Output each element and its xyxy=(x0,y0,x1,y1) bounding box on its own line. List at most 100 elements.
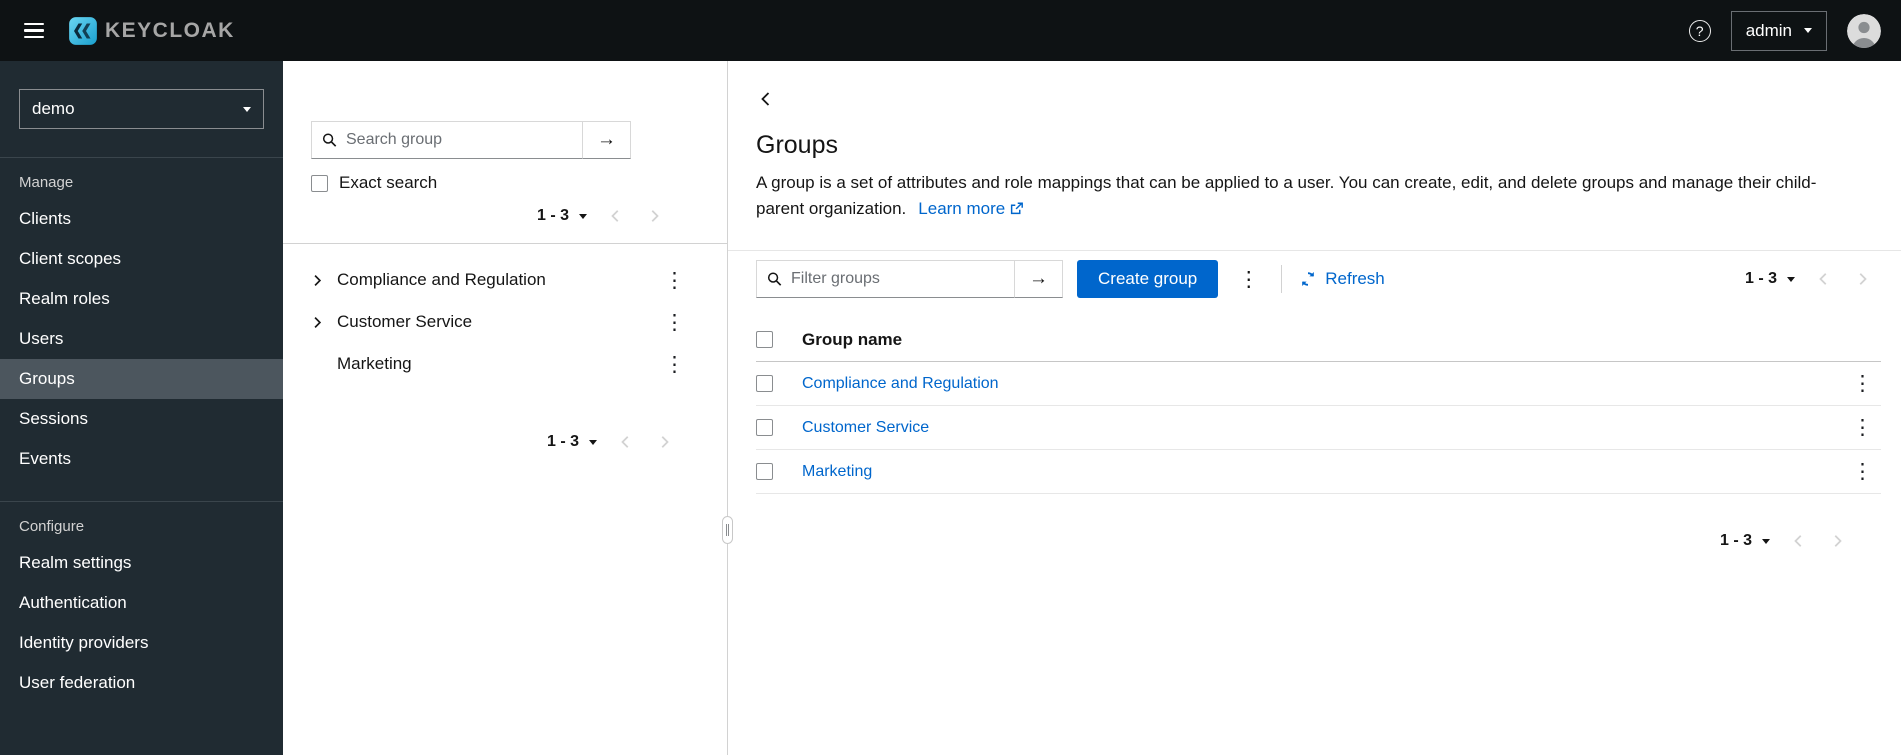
chevron-down-icon xyxy=(243,106,251,112)
pagination-menu-toggle[interactable]: 1 - 3 xyxy=(527,199,597,233)
help-icon[interactable]: ? xyxy=(1688,19,1711,42)
pagination-prev-button[interactable] xyxy=(1805,264,1843,294)
row-checkbox[interactable] xyxy=(756,463,773,480)
filter-groups: → xyxy=(756,260,1063,298)
keycloak-logo-icon xyxy=(68,16,98,46)
pagination-menu-toggle[interactable]: 1 - 3 xyxy=(537,425,607,459)
sidebar-item-client-scopes[interactable]: Client scopes xyxy=(0,239,283,279)
row-kebab-menu-icon[interactable]: ⋮ xyxy=(1844,413,1881,442)
pagination-next-button[interactable] xyxy=(635,201,673,231)
kebab-menu-icon[interactable]: ⋮ xyxy=(656,266,693,295)
pagination-next-button[interactable] xyxy=(1843,264,1881,294)
sidebar-item-sessions[interactable]: Sessions xyxy=(0,399,283,439)
expand-chevron-icon[interactable] xyxy=(307,270,337,291)
filter-groups-input[interactable] xyxy=(756,260,1015,298)
refresh-button[interactable]: Refresh xyxy=(1296,263,1389,295)
divider xyxy=(283,243,727,244)
pagination-prev-button[interactable] xyxy=(597,201,635,231)
toolbar-kebab-menu-icon[interactable]: ⋮ xyxy=(1230,265,1267,294)
nav-section-configure: Configure Realm settings Authentication … xyxy=(0,501,283,703)
search-submit-button[interactable]: → xyxy=(583,121,631,159)
group-search: → xyxy=(311,121,631,159)
chevron-down-icon xyxy=(1762,538,1770,544)
arrow-right-icon: → xyxy=(597,129,616,150)
tree-pagination-top: 1 - 3 xyxy=(311,199,693,233)
sidebar-item-realm-settings[interactable]: Realm settings xyxy=(0,543,283,583)
chevron-down-icon xyxy=(1804,28,1812,33)
chevron-down-icon xyxy=(1787,276,1795,282)
tree-item: Marketing ⋮ xyxy=(283,343,727,385)
pagination-range: 1 - 3 xyxy=(1744,270,1777,287)
sidebar-item-groups[interactable]: Groups xyxy=(0,359,283,399)
user-menu-label: admin xyxy=(1745,20,1792,40)
table-pagination-bottom: 1 - 3 xyxy=(728,524,1901,558)
panel-divider xyxy=(722,61,733,755)
exact-search-checkbox[interactable] xyxy=(311,174,328,192)
kebab-menu-icon[interactable]: ⋮ xyxy=(656,350,693,379)
sidebar-item-events[interactable]: Events xyxy=(0,439,283,479)
nav-toggle-button[interactable] xyxy=(20,17,48,45)
column-header-group-name: Group name xyxy=(802,329,903,349)
row-kebab-menu-icon[interactable]: ⋮ xyxy=(1844,369,1881,398)
pagination-range: 1 - 3 xyxy=(536,207,569,224)
panel-resize-handle[interactable] xyxy=(722,516,733,544)
table-row: Compliance and Regulation ⋮ xyxy=(756,362,1881,406)
realm-selector[interactable]: demo xyxy=(19,89,264,129)
tree-group-name[interactable]: Marketing xyxy=(337,354,412,374)
avatar[interactable] xyxy=(1847,13,1881,48)
external-link-icon xyxy=(1011,201,1024,214)
back-button[interactable] xyxy=(756,89,776,109)
page-title: Groups xyxy=(756,131,838,159)
tree-group-name[interactable]: Compliance and Regulation xyxy=(337,270,546,290)
tree-group-name[interactable]: Customer Service xyxy=(337,312,472,332)
masthead: KEYCLOAK ? admin xyxy=(0,0,1901,61)
row-checkbox[interactable] xyxy=(756,375,773,392)
main-content: Groups A group is a set of attributes an… xyxy=(728,61,1901,755)
exact-search-label: Exact search xyxy=(339,173,438,192)
group-link[interactable]: Compliance and Regulation xyxy=(802,375,999,392)
pagination-prev-button[interactable] xyxy=(607,427,645,457)
sidebar-item-realm-roles[interactable]: Realm roles xyxy=(0,279,283,319)
masthead-actions: ? admin xyxy=(1688,10,1881,51)
exact-search-option: Exact search xyxy=(311,173,693,193)
page-header: Groups A group is a set of attributes an… xyxy=(728,61,1901,221)
sidebar-item-identity-providers[interactable]: Identity providers xyxy=(0,623,283,663)
group-link[interactable]: Customer Service xyxy=(802,419,929,436)
expand-chevron-icon[interactable] xyxy=(307,312,337,333)
user-menu-dropdown[interactable]: admin xyxy=(1730,10,1827,51)
group-search-input[interactable] xyxy=(311,121,583,159)
keycloak-brand[interactable]: KEYCLOAK xyxy=(68,16,235,46)
group-link[interactable]: Marketing xyxy=(802,463,872,480)
realm-selector-value: demo xyxy=(32,99,75,118)
nav-section-label: Manage xyxy=(19,174,74,191)
learn-more-link[interactable]: Learn more xyxy=(918,199,1024,218)
pagination-next-button[interactable] xyxy=(645,427,683,457)
sidebar-nav: demo Manage Clients Client scopes Realm … xyxy=(0,61,283,755)
pagination-menu-toggle[interactable]: 1 - 3 xyxy=(1710,524,1780,558)
filter-submit-button[interactable]: → xyxy=(1015,260,1063,298)
brand-wordmark: KEYCLOAK xyxy=(105,18,235,42)
groups-toolbar: → Create group ⋮ Refresh 1 - 3 xyxy=(728,251,1901,298)
sidebar-item-user-federation[interactable]: User federation xyxy=(0,663,283,703)
chevron-down-icon xyxy=(579,213,587,219)
kebab-menu-icon[interactable]: ⋮ xyxy=(656,308,693,337)
refresh-label: Refresh xyxy=(1325,269,1385,288)
table-row: Customer Service ⋮ xyxy=(756,406,1881,450)
group-tree-panel: → Exact search 1 - 3 xyxy=(283,61,727,755)
divider xyxy=(1281,265,1283,293)
pagination-prev-button[interactable] xyxy=(1780,526,1818,556)
create-group-button[interactable]: Create group xyxy=(1077,260,1219,298)
row-kebab-menu-icon[interactable]: ⋮ xyxy=(1844,457,1881,486)
pagination-menu-toggle[interactable]: 1 - 3 xyxy=(1735,262,1805,296)
sidebar-item-authentication[interactable]: Authentication xyxy=(0,583,283,623)
sidebar-item-users[interactable]: Users xyxy=(0,319,283,359)
row-checkbox[interactable] xyxy=(756,419,773,436)
pagination-next-button[interactable] xyxy=(1818,526,1856,556)
select-all-checkbox[interactable] xyxy=(756,331,773,348)
group-tree-list: Compliance and Regulation ⋮ Customer Ser… xyxy=(283,259,727,385)
sidebar-item-clients[interactable]: Clients xyxy=(0,199,283,239)
nav-section-manage: Manage Clients Client scopes Realm roles… xyxy=(0,157,283,479)
arrow-right-icon: → xyxy=(1029,268,1048,289)
pagination-range: 1 - 3 xyxy=(546,433,579,450)
hamburger-icon xyxy=(24,22,44,26)
